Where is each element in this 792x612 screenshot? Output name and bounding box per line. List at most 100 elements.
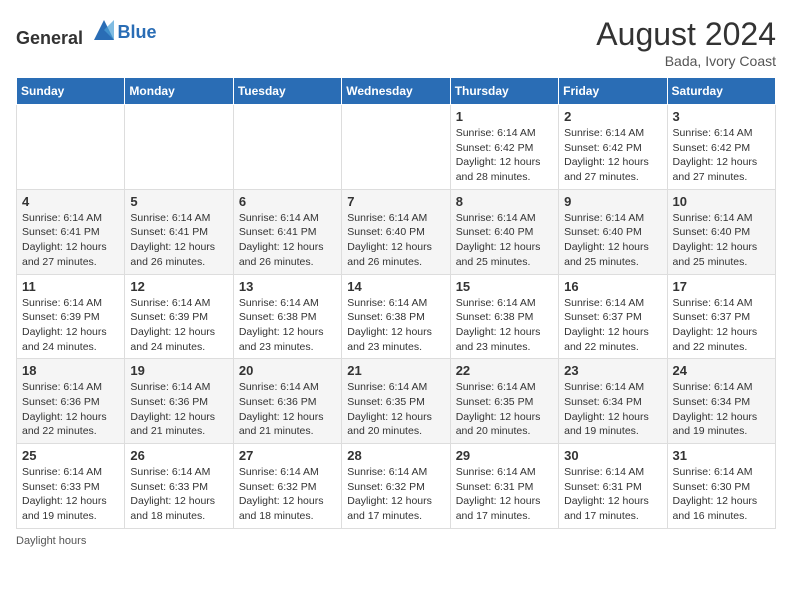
calendar-cell: 22 Sunrise: 6:14 AM Sunset: 6:35 PM Dayli…	[450, 359, 558, 444]
day-info: Sunrise: 6:14 AM Sunset: 6:36 PM Dayligh…	[239, 380, 336, 439]
calendar-cell: 6 Sunrise: 6:14 AM Sunset: 6:41 PM Daylig…	[233, 189, 341, 274]
calendar-cell: 12Sunrise: 6:14 AM Sunset: 6:39 PM Dayli…	[125, 274, 233, 359]
day-number: 13	[239, 279, 336, 294]
day-info: Sunrise: 6:14 AM Sunset: 6:38 PM Dayligh…	[456, 296, 553, 355]
day-number: 12	[130, 279, 227, 294]
day-info: Sunrise: 6:14 AM Sunset: 6:40 PM Dayligh…	[564, 211, 661, 270]
calendar-cell: 19Sunrise: 6:14 AM Sunset: 6:36 PM Dayli…	[125, 359, 233, 444]
calendar-cell: 24Sunrise: 6:14 AM Sunset: 6:34 PM Dayli…	[667, 359, 775, 444]
calendar-cell	[342, 105, 450, 190]
calendar-cell: 1Sunrise: 6:14 AM Sunset: 6:42 PM Daylig…	[450, 105, 558, 190]
day-info: Sunrise: 6:14 AM Sunset: 6:40 PM Dayligh…	[673, 211, 770, 270]
day-number: 26	[130, 448, 227, 463]
day-info: Sunrise: 6:14 AM Sunset: 6:41 PM Dayligh…	[22, 211, 119, 270]
day-number: 3	[673, 109, 770, 124]
calendar-cell: 16Sunrise: 6:14 AM Sunset: 6:37 PM Dayli…	[559, 274, 667, 359]
day-info: Sunrise: 6:14 AM Sunset: 6:40 PM Dayligh…	[456, 211, 553, 270]
day-number: 22	[456, 363, 553, 378]
day-number: 14	[347, 279, 444, 294]
day-info: Sunrise: 6:14 AM Sunset: 6:39 PM Dayligh…	[22, 296, 119, 355]
calendar-cell	[125, 105, 233, 190]
calendar-cell: 30 Sunrise: 6:14 AM Sunset: 6:31 PM Dayli…	[559, 444, 667, 529]
day-info: Sunrise: 6:14 AM Sunset: 6:35 PM Dayligh…	[347, 380, 444, 439]
calendar-week-row: 25 Sunrise: 6:14 AM Sunset: 6:33 PM Dayli…	[17, 444, 776, 529]
day-info: Sunrise: 6:14 AM Sunset: 6:40 PM Dayligh…	[347, 211, 444, 270]
day-number: 10	[673, 194, 770, 209]
day-info: Sunrise: 6:14 AM Sunset: 6:31 PM Dayligh…	[564, 465, 661, 524]
month-year: August 2024	[596, 16, 776, 53]
calendar-cell: 20 Sunrise: 6:14 AM Sunset: 6:36 PM Dayli…	[233, 359, 341, 444]
day-info: Sunrise: 6:14 AM Sunset: 6:30 PM Dayligh…	[673, 465, 770, 524]
day-number: 15	[456, 279, 553, 294]
day-number: 2	[564, 109, 661, 124]
logo-general: General	[16, 28, 83, 48]
day-info: Sunrise: 6:14 AM Sunset: 6:36 PM Dayligh…	[130, 380, 227, 439]
calendar-cell: 14 Sunrise: 6:14 AM Sunset: 6:38 PM Dayli…	[342, 274, 450, 359]
day-info: Sunrise: 6:14 AM Sunset: 6:32 PM Dayligh…	[347, 465, 444, 524]
calendar-cell: 4 Sunrise: 6:14 AM Sunset: 6:41 PM Daylig…	[17, 189, 125, 274]
calendar-cell: 13 Sunrise: 6:14 AM Sunset: 6:38 PM Dayli…	[233, 274, 341, 359]
day-info: Sunrise: 6:14 AM Sunset: 6:38 PM Dayligh…	[239, 296, 336, 355]
day-number: 7	[347, 194, 444, 209]
day-info: Sunrise: 6:14 AM Sunset: 6:41 PM Dayligh…	[130, 211, 227, 270]
calendar-cell: 27Sunrise: 6:14 AM Sunset: 6:32 PM Dayli…	[233, 444, 341, 529]
calendar-cell: 2 Sunrise: 6:14 AM Sunset: 6:42 PM Daylig…	[559, 105, 667, 190]
day-number: 11	[22, 279, 119, 294]
day-info: Sunrise: 6:14 AM Sunset: 6:35 PM Dayligh…	[456, 380, 553, 439]
column-header-sunday: Sunday	[17, 78, 125, 105]
day-info: Sunrise: 6:14 AM Sunset: 6:32 PM Dayligh…	[239, 465, 336, 524]
column-header-friday: Friday	[559, 78, 667, 105]
day-number: 5	[130, 194, 227, 209]
calendar-cell: 9 Sunrise: 6:14 AM Sunset: 6:40 PM Daylig…	[559, 189, 667, 274]
day-info: Sunrise: 6:14 AM Sunset: 6:42 PM Dayligh…	[673, 126, 770, 185]
location: Bada, Ivory Coast	[596, 53, 776, 69]
day-info: Sunrise: 6:14 AM Sunset: 6:41 PM Dayligh…	[239, 211, 336, 270]
calendar-cell: 31Sunrise: 6:14 AM Sunset: 6:30 PM Dayli…	[667, 444, 775, 529]
calendar-cell: 7 Sunrise: 6:14 AM Sunset: 6:40 PM Daylig…	[342, 189, 450, 274]
day-number: 6	[239, 194, 336, 209]
day-number: 1	[456, 109, 553, 124]
column-header-saturday: Saturday	[667, 78, 775, 105]
day-number: 20	[239, 363, 336, 378]
day-number: 25	[22, 448, 119, 463]
day-info: Sunrise: 6:14 AM Sunset: 6:42 PM Dayligh…	[564, 126, 661, 185]
calendar-table: SundayMondayTuesdayWednesdayThursdayFrid…	[16, 77, 776, 529]
day-info: Sunrise: 6:14 AM Sunset: 6:37 PM Dayligh…	[673, 296, 770, 355]
calendar-cell: 21 Sunrise: 6:14 AM Sunset: 6:35 PM Dayli…	[342, 359, 450, 444]
column-header-wednesday: Wednesday	[342, 78, 450, 105]
day-number: 8	[456, 194, 553, 209]
day-info: Sunrise: 6:14 AM Sunset: 6:31 PM Dayligh…	[456, 465, 553, 524]
column-header-monday: Monday	[125, 78, 233, 105]
logo: General Blue	[16, 16, 157, 49]
title-block: August 2024 Bada, Ivory Coast	[596, 16, 776, 69]
calendar-week-row: 4 Sunrise: 6:14 AM Sunset: 6:41 PM Daylig…	[17, 189, 776, 274]
calendar-cell: 28Sunrise: 6:14 AM Sunset: 6:32 PM Dayli…	[342, 444, 450, 529]
day-number: 30	[564, 448, 661, 463]
day-info: Sunrise: 6:14 AM Sunset: 6:33 PM Dayligh…	[22, 465, 119, 524]
day-number: 24	[673, 363, 770, 378]
column-header-tuesday: Tuesday	[233, 78, 341, 105]
calendar-cell: 8 Sunrise: 6:14 AM Sunset: 6:40 PM Daylig…	[450, 189, 558, 274]
calendar-cell	[17, 105, 125, 190]
calendar-cell	[233, 105, 341, 190]
day-number: 21	[347, 363, 444, 378]
calendar-cell: 10 Sunrise: 6:14 AM Sunset: 6:40 PM Dayli…	[667, 189, 775, 274]
day-info: Sunrise: 6:14 AM Sunset: 6:38 PM Dayligh…	[347, 296, 444, 355]
calendar-cell: 25 Sunrise: 6:14 AM Sunset: 6:33 PM Dayli…	[17, 444, 125, 529]
calendar-week-row: 1 Sunrise: 6:14 AM Sunset: 6:42 PM Daylig…	[17, 105, 776, 190]
day-number: 29	[456, 448, 553, 463]
logo-icon	[90, 16, 118, 44]
day-number: 17	[673, 279, 770, 294]
day-info: Sunrise: 6:14 AM Sunset: 6:36 PM Dayligh…	[22, 380, 119, 439]
calendar-week-row: 11 Sunrise: 6:14 AM Sunset: 6:39 PM Dayli…	[17, 274, 776, 359]
day-number: 18	[22, 363, 119, 378]
day-info: Sunrise: 6:14 AM Sunset: 6:34 PM Dayligh…	[564, 380, 661, 439]
day-number: 9	[564, 194, 661, 209]
column-header-thursday: Thursday	[450, 78, 558, 105]
footer-note-text: Daylight hours	[16, 535, 86, 547]
calendar-week-row: 18 Sunrise: 6:14 AM Sunset: 6:36 PM Dayli…	[17, 359, 776, 444]
day-info: Sunrise: 6:14 AM Sunset: 6:33 PM Dayligh…	[130, 465, 227, 524]
day-number: 23	[564, 363, 661, 378]
day-number: 4	[22, 194, 119, 209]
calendar-cell: 29 Sunrise: 6:14 AM Sunset: 6:31 PM Dayli…	[450, 444, 558, 529]
